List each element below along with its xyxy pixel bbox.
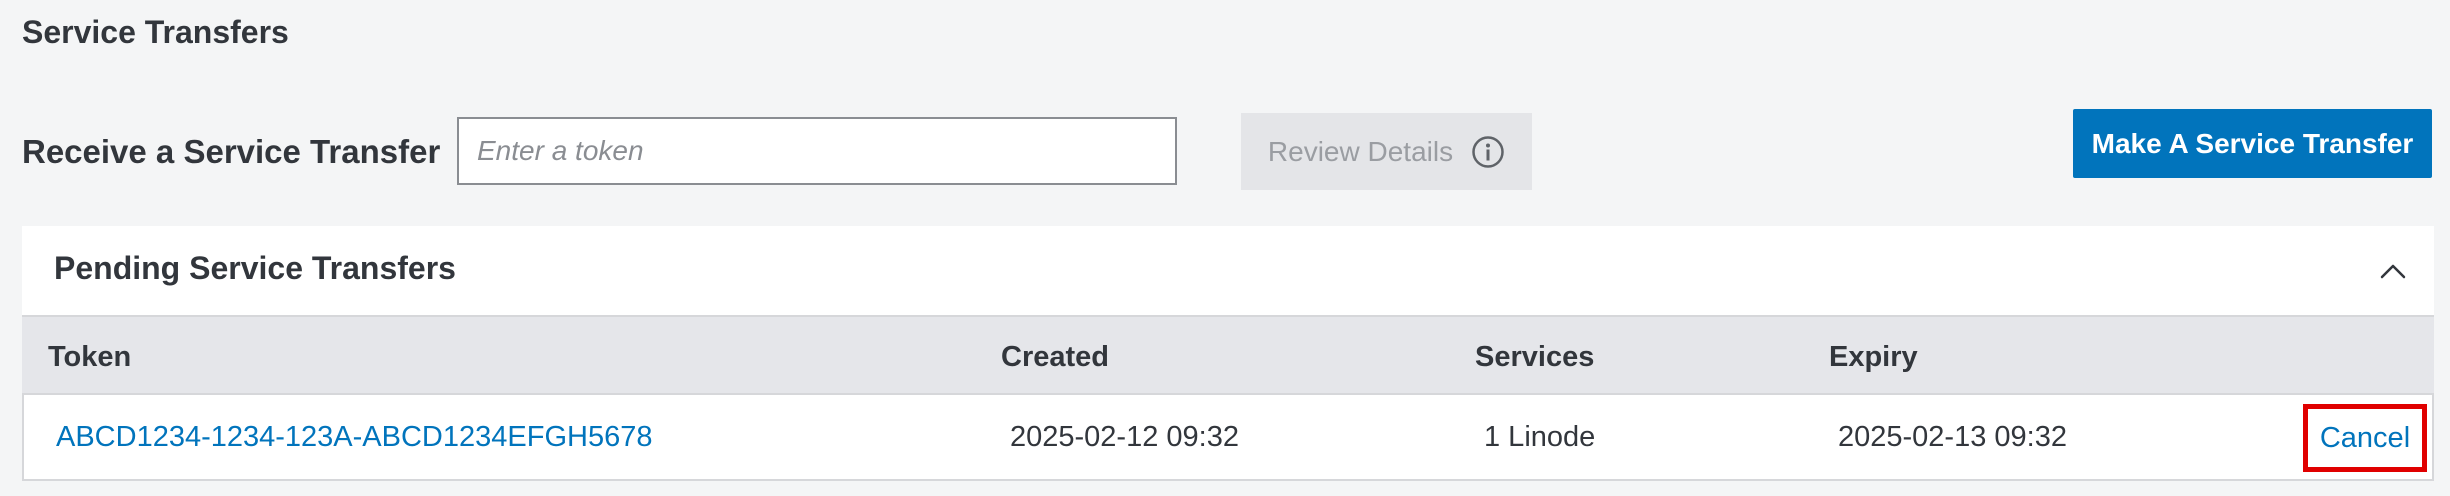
column-header-expiry[interactable]: Expiry <box>1829 341 1918 374</box>
review-details-button[interactable]: Review Details <box>1241 113 1532 190</box>
expiry-cell: 2025-02-13 09:32 <box>1838 421 2067 453</box>
column-header-token[interactable]: Token <box>48 341 131 374</box>
make-service-transfer-button[interactable]: Make A Service Transfer <box>2073 109 2432 178</box>
page-title: Service Transfers <box>22 14 289 50</box>
column-header-created[interactable]: Created <box>1001 341 1109 374</box>
table-header: Token Created Services Expiry <box>22 315 2434 395</box>
token-input[interactable] <box>457 117 1177 185</box>
transfer-token-link[interactable]: ABCD1234-1234-123A-ABCD1234EFGH5678 <box>56 421 652 454</box>
review-details-label: Review Details <box>1267 135 1454 167</box>
receive-transfer-label: Receive a Service Transfer <box>22 133 441 170</box>
info-icon[interactable] <box>1471 135 1505 169</box>
pending-transfers-header[interactable]: Pending Service Transfers <box>22 226 2434 315</box>
created-cell: 2025-02-12 09:32 <box>1010 421 1239 453</box>
column-header-services[interactable]: Services <box>1475 341 1594 374</box>
pending-transfers-title: Pending Service Transfers <box>54 250 456 286</box>
cancel-transfer-button[interactable]: Cancel <box>2303 404 2427 472</box>
table-row: ABCD1234-1234-123A-ABCD1234EFGH5678 2025… <box>22 395 2434 481</box>
chevron-up-icon[interactable] <box>2378 256 2408 286</box>
services-cell: 1 Linode <box>1484 421 1596 453</box>
pending-transfers-panel: Pending Service Transfers Token Created … <box>22 226 2434 481</box>
